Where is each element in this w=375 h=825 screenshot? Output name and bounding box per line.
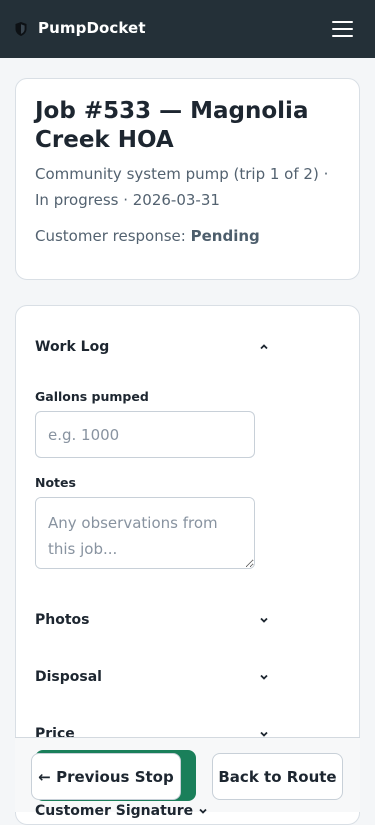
job-summary-card: Job #533 — Magnolia Creek HOA Community … [15,78,360,280]
section-customer-signature[interactable]: Customer Signature [35,803,208,819]
notes-textarea[interactable] [35,497,255,569]
job-title: Job #533 — Magnolia Creek HOA [35,98,309,153]
work-log-toggle[interactable]: Work Log [35,337,269,361]
section-signature-label: Customer Signature [35,803,194,819]
job-meta: Community system pump (trip 1 of 2) · In… [35,165,329,209]
previous-stop-button[interactable]: ← Previous Stop [31,753,181,800]
section-disposal-label: Disposal [35,669,102,685]
shield-icon [15,22,27,36]
section-photos[interactable]: Photos [35,610,269,634]
bottom-action-bar: ← Previous Stop Back to Route [15,737,360,812]
gallons-input[interactable] [35,411,255,458]
customer-response: Customer response: Pending [35,225,260,247]
chevron-up-icon [260,344,268,350]
gallons-label: Gallons pumped [35,389,149,404]
chevron-down-icon [260,674,268,680]
app-header: PumpDocket [0,0,375,58]
customer-response-status: Pending [190,227,260,245]
notes-label: Notes [35,475,76,490]
back-to-route-button[interactable]: Back to Route [212,753,343,800]
app-name: PumpDocket [38,19,146,37]
hamburger-menu-icon[interactable] [330,18,356,40]
chevron-down-icon [199,808,207,814]
customer-response-label: Customer response: [35,227,186,245]
chevron-down-icon [260,617,268,623]
section-photos-label: Photos [35,612,90,628]
work-log-title: Work Log [35,339,110,355]
section-disposal[interactable]: Disposal [35,667,269,691]
